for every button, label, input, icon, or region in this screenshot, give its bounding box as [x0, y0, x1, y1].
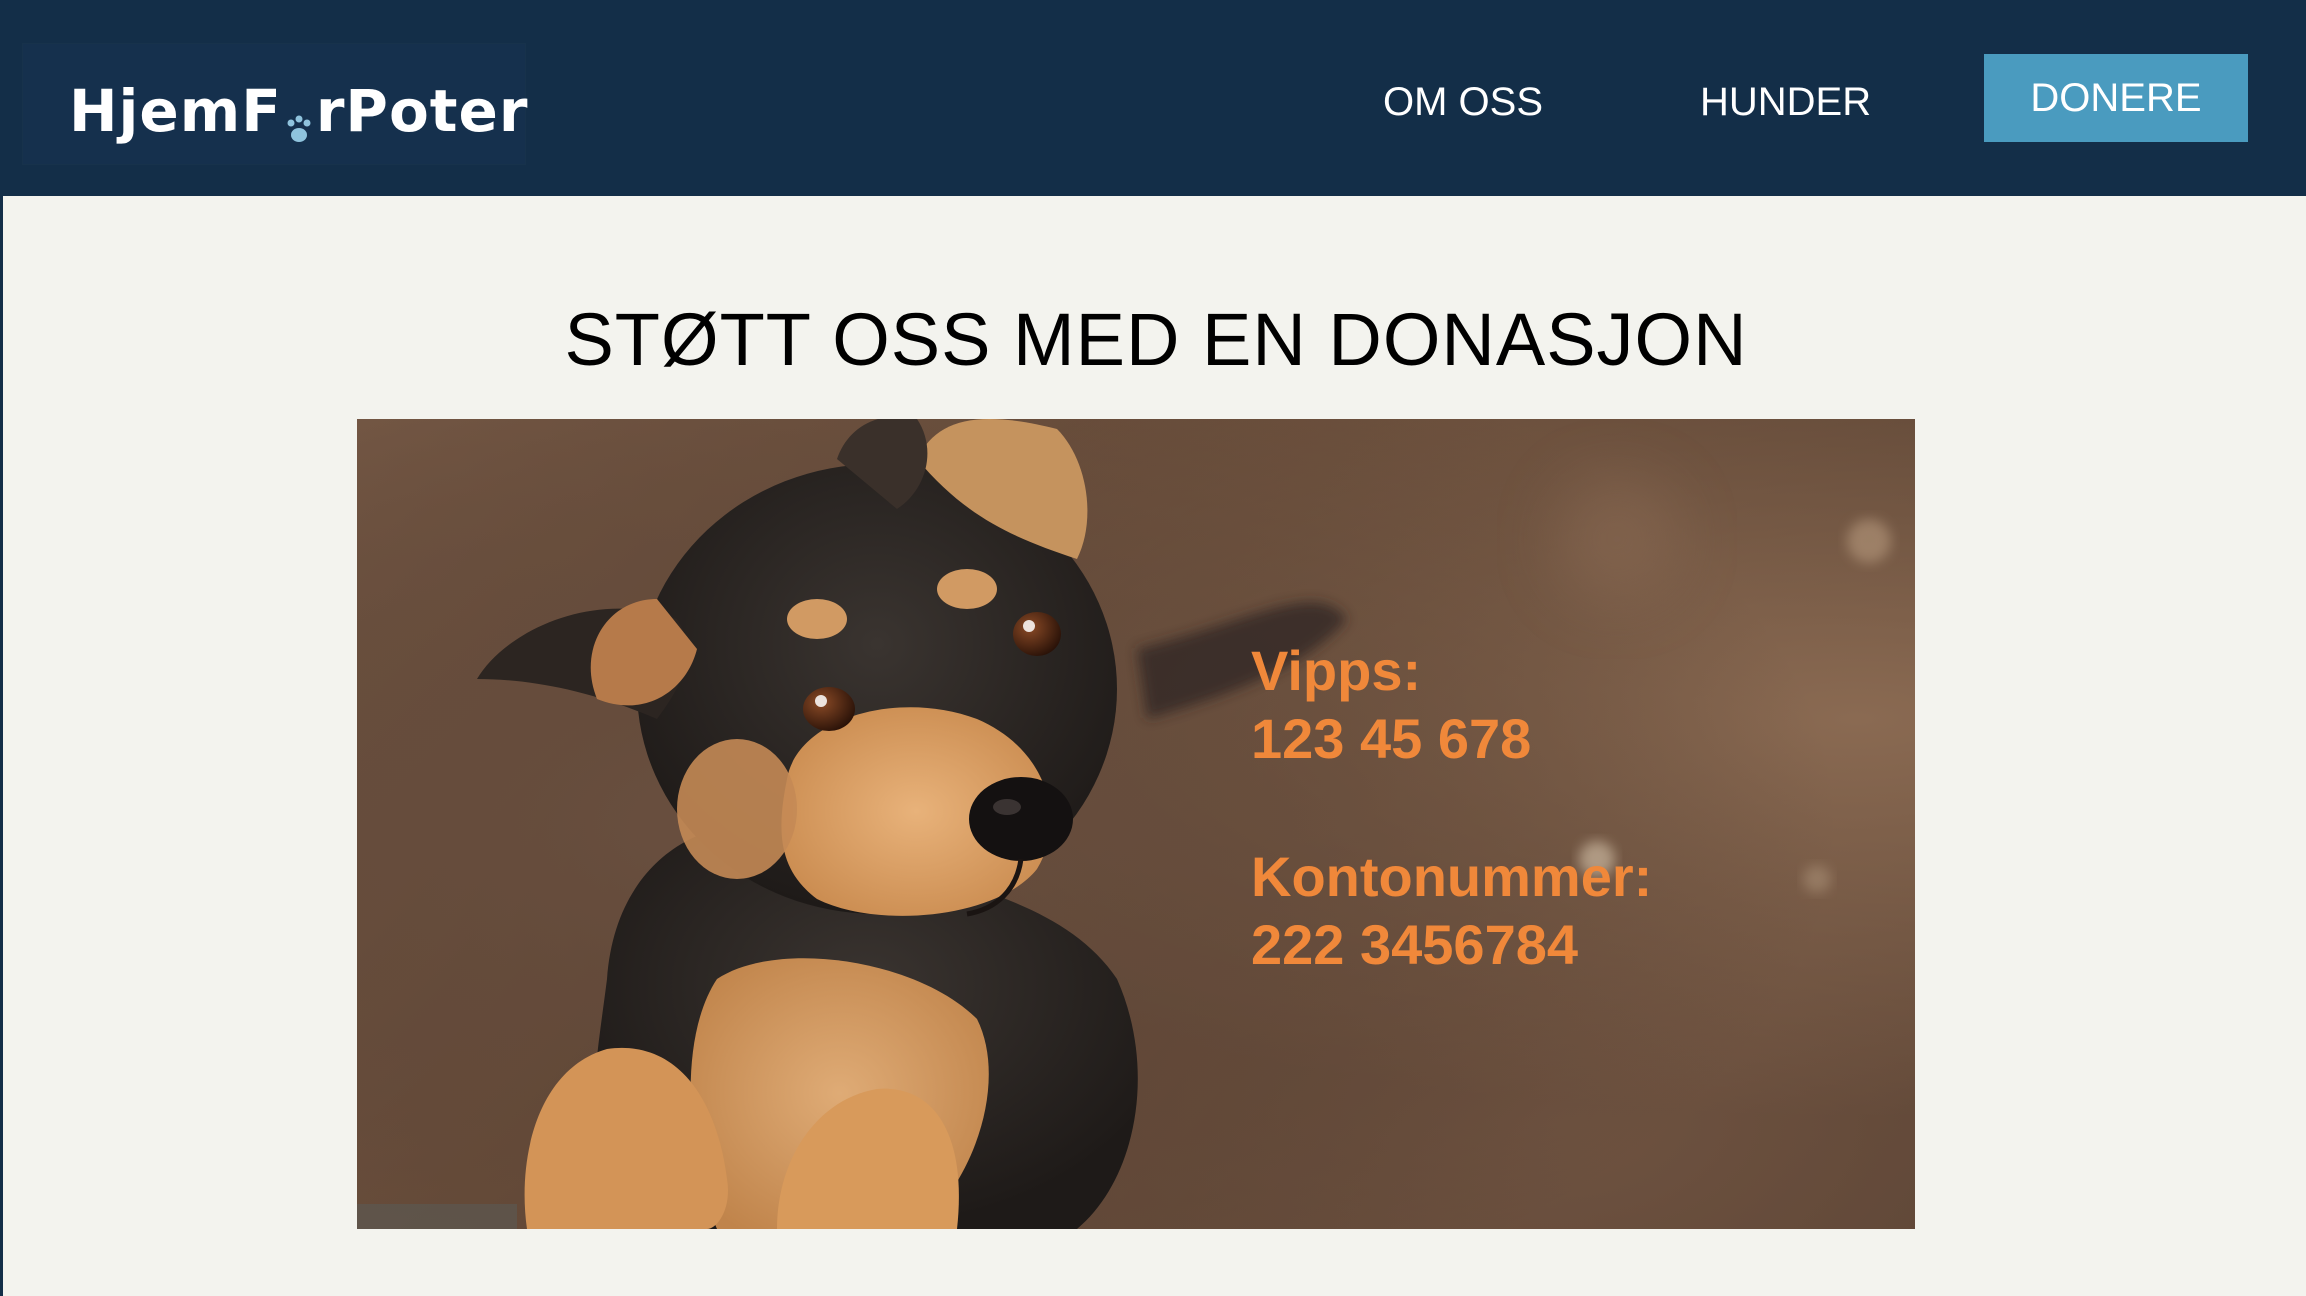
payment-info: Vipps: 123 45 678 Kontonummer: 222 34567… — [1251, 637, 1652, 1049]
account-label: Kontonummer: — [1251, 845, 1653, 908]
paw-icon — [284, 95, 314, 142]
logo-text-start: HjemF — [69, 77, 282, 145]
nav-hunder[interactable]: HUNDER — [1700, 76, 1871, 128]
vipps-block: Vipps: 123 45 678 — [1251, 637, 1652, 773]
site-logo[interactable]: HjemF rPoter — [69, 76, 528, 146]
puppy-illustration — [357, 419, 1915, 1229]
logo-text-end: rPoter — [315, 77, 529, 145]
donate-button-label: DONERE — [2030, 75, 2202, 120]
page-title: STØTT OSS MED EN DONASJON — [564, 298, 1748, 381]
account-number: 222 3456784 — [1251, 913, 1579, 976]
hero-image: Vipps: 123 45 678 Kontonummer: 222 34567… — [357, 419, 1915, 1229]
vipps-label: Vipps: — [1251, 639, 1422, 702]
vipps-number: 123 45 678 — [1251, 707, 1532, 770]
site-header: HjemF rPoter OM OSS HUNDER DONERE — [3, 0, 2306, 196]
donate-button[interactable]: DONERE — [1984, 54, 2248, 142]
page: HjemF rPoter OM OSS HUNDER DONERE STØTT … — [0, 0, 2306, 1296]
account-block: Kontonummer: 222 3456784 — [1251, 843, 1652, 979]
nav-om-oss[interactable]: OM OSS — [1383, 76, 1543, 128]
